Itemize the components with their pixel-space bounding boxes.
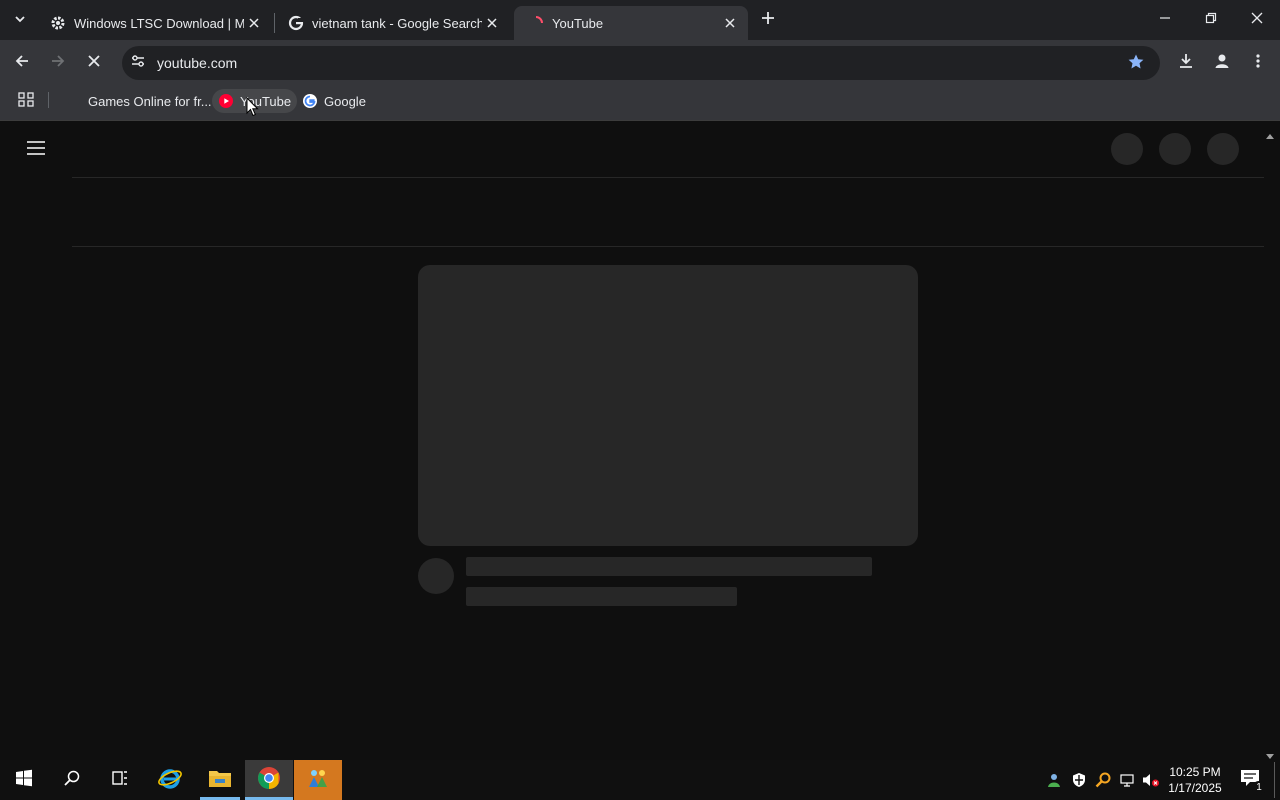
tray-shield-icon[interactable] [1069, 770, 1089, 790]
downloads-button[interactable] [1171, 48, 1201, 78]
network-icon[interactable] [1117, 770, 1137, 790]
arrow-right-icon [50, 53, 66, 74]
clock-time: 10:25 PM [1169, 765, 1221, 779]
bookmark-games-online[interactable]: Games Online for fr... [60, 89, 218, 113]
clock[interactable]: 10:25 PM 1/17/2025 [1164, 764, 1226, 796]
windows-logo-icon [15, 769, 33, 792]
clock-date: 1/17/2025 [1168, 781, 1222, 795]
loading-spinner-icon [528, 15, 544, 31]
arrow-left-icon [14, 53, 30, 74]
volume-muted-icon[interactable] [1141, 770, 1161, 790]
scroll-up-arrow[interactable] [1266, 126, 1274, 144]
skeleton-avatar [418, 558, 454, 594]
game-favicon-icon [66, 93, 82, 109]
chrome-icon [257, 766, 281, 795]
tab-google-search[interactable]: vietnam tank - Google Search [274, 6, 510, 40]
tab-youtube[interactable]: YouTube [514, 6, 748, 40]
more-vert-icon [1250, 53, 1266, 74]
skeleton-meta-line [466, 587, 737, 606]
restore-button[interactable] [1188, 0, 1234, 40]
stop-loading-button[interactable] [79, 48, 109, 78]
tab-search-button[interactable] [6, 8, 34, 34]
google-icon [302, 93, 318, 109]
download-icon [1177, 52, 1195, 75]
url-text[interactable]: youtube.com [157, 54, 237, 72]
chrome-taskbar-button[interactable] [245, 760, 293, 800]
bookmark-label: Games Online for fr... [88, 93, 212, 109]
app-taskbar-button[interactable] [294, 760, 342, 800]
show-desktop-button[interactable] [1274, 762, 1275, 798]
action-center-button[interactable]: 1 [1232, 764, 1268, 796]
skeleton-circle [1159, 133, 1191, 165]
internet-explorer-icon [158, 766, 182, 795]
hamburger-icon [26, 140, 46, 161]
tune-icon [130, 53, 146, 74]
menu-button[interactable] [1243, 48, 1273, 78]
tab-title: YouTube [552, 15, 604, 31]
task-view-icon [111, 769, 129, 792]
divider [72, 246, 1264, 247]
close-icon [87, 54, 101, 73]
skeleton-title-line [466, 557, 872, 576]
folder-icon [208, 768, 232, 793]
bookmark-label: Google [324, 93, 366, 109]
app-people-icon [306, 766, 330, 795]
skeleton-thumbnail [418, 265, 918, 546]
google-icon [288, 15, 304, 31]
restore-icon [1205, 11, 1217, 29]
plus-icon [761, 11, 775, 30]
minimize-icon [1159, 11, 1171, 29]
tray-user-icon[interactable] [1045, 770, 1065, 790]
forward-button[interactable] [43, 48, 73, 78]
account-icon [1213, 52, 1231, 75]
notification-badge: 1 [1252, 781, 1266, 795]
file-explorer-taskbar-button[interactable] [196, 760, 244, 800]
new-tab-button[interactable] [754, 6, 782, 34]
bookmark-google[interactable]: Google [296, 89, 372, 113]
profile-button[interactable] [1207, 48, 1237, 78]
back-button[interactable] [7, 48, 37, 78]
close-window-button[interactable] [1234, 0, 1280, 40]
minimize-button[interactable] [1142, 0, 1188, 40]
star-icon [1127, 53, 1145, 76]
tab-windows-ltsc[interactable]: Windows LTSC Download | MAS [36, 6, 272, 40]
search-icon [63, 769, 81, 792]
close-icon[interactable] [482, 13, 502, 33]
address-bar[interactable] [122, 46, 1160, 80]
guide-menu-button[interactable] [24, 138, 48, 162]
internet-explorer-taskbar-button[interactable] [146, 760, 194, 800]
gear-icon [50, 15, 66, 31]
search-button[interactable] [48, 760, 96, 800]
tab-title: Windows LTSC Download | MAS [74, 15, 244, 31]
chevron-down-icon [14, 12, 26, 30]
skeleton-circle [1207, 133, 1239, 165]
tab-title: vietnam tank - Google Search [312, 15, 482, 31]
tray-search-icon[interactable] [1093, 770, 1113, 790]
apps-grid-icon [18, 91, 34, 112]
youtube-icon [218, 93, 234, 109]
site-info-button[interactable] [128, 53, 148, 73]
close-icon[interactable] [244, 13, 264, 33]
apps-button[interactable] [14, 89, 38, 113]
divider [72, 177, 1264, 178]
task-view-button[interactable] [96, 760, 144, 800]
skeleton-circle [1111, 133, 1143, 165]
mouse-cursor [246, 96, 259, 122]
bookmark-separator [48, 92, 49, 108]
close-icon[interactable] [720, 13, 740, 33]
start-button[interactable] [0, 760, 48, 800]
bookmark-star-button[interactable] [1124, 52, 1148, 76]
close-icon [1251, 11, 1263, 29]
